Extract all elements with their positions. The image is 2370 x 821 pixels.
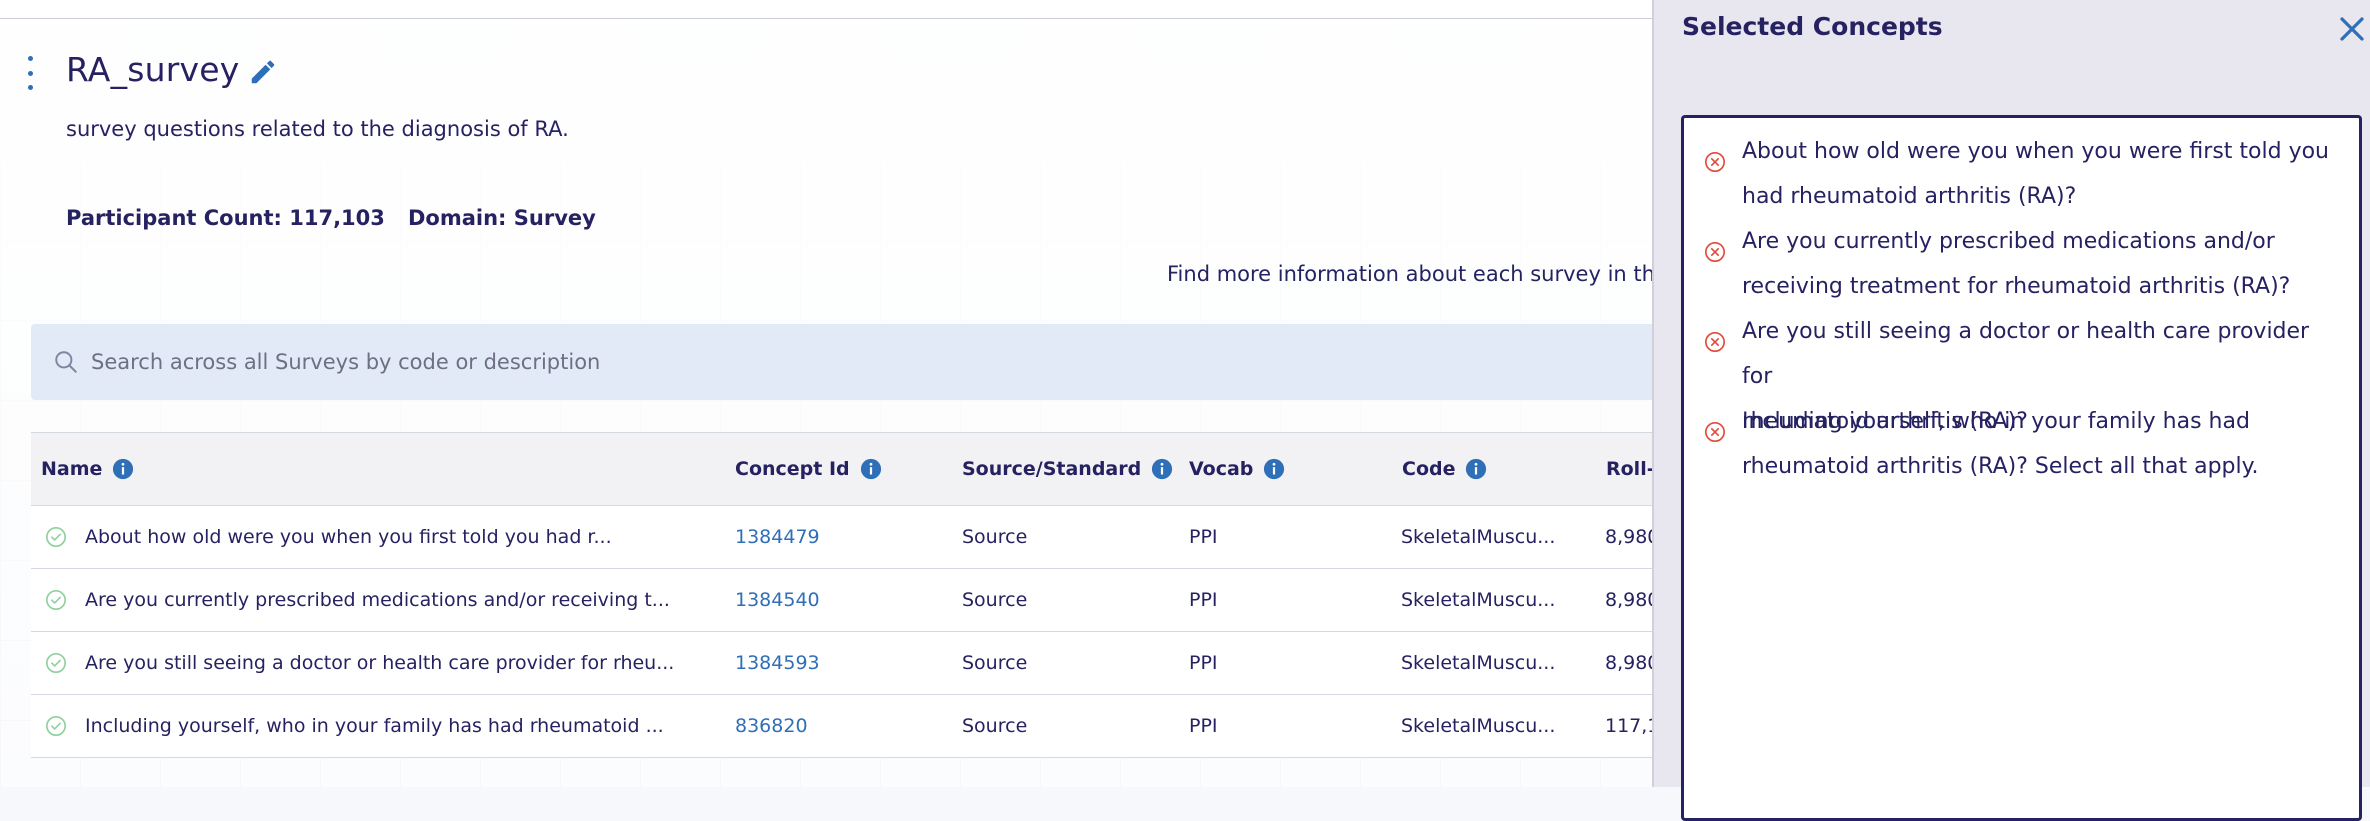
code-value: SkeletalMuscu... xyxy=(1401,526,1556,548)
code-value: SkeletalMuscu... xyxy=(1401,589,1556,611)
source-standard-value: Source xyxy=(962,526,1028,548)
table-row[interactable]: About how old were you when you first to… xyxy=(31,506,1655,569)
table-row[interactable]: Including yourself, who in your family h… xyxy=(31,695,1655,758)
column-concept-id[interactable]: Concept Id xyxy=(735,433,882,505)
find-more-info-text: Find more information about each survey … xyxy=(1167,262,1655,286)
pencil-icon[interactable] xyxy=(248,57,278,87)
concepts-table: Name Concept Id Source/Standard Vocab Co… xyxy=(31,432,1655,758)
info-icon[interactable] xyxy=(112,458,134,480)
concept-name: Are you currently prescribed medications… xyxy=(85,589,670,611)
info-icon[interactable] xyxy=(1465,458,1487,480)
concept-name: About how old were you when you first to… xyxy=(85,526,612,548)
check-circle-icon[interactable] xyxy=(45,652,67,674)
concept-id-link[interactable]: 1384479 xyxy=(735,506,820,568)
survey-description: survey questions related to the diagnosi… xyxy=(66,117,569,141)
source-standard-value: Source xyxy=(962,715,1028,737)
check-circle-icon[interactable] xyxy=(45,526,67,548)
panel-title: Selected Concepts xyxy=(1682,12,1943,41)
column-rollup[interactable]: Roll-u xyxy=(1606,433,1655,505)
close-icon[interactable] xyxy=(2337,14,2367,44)
selected-concept-text: About how old were you when you were fir… xyxy=(1742,139,2329,209)
check-circle-icon[interactable] xyxy=(45,715,67,737)
domain-label: Domain: Survey xyxy=(408,206,596,230)
rollup-value: 8,980 xyxy=(1605,589,1655,611)
code-value: SkeletalMuscu... xyxy=(1401,715,1556,737)
info-icon[interactable] xyxy=(860,458,882,480)
rollup-value: 8,980 xyxy=(1605,526,1655,548)
vocab-value: PPI xyxy=(1189,526,1218,548)
source-standard-value: Source xyxy=(962,589,1028,611)
kebab-menu-icon[interactable] xyxy=(26,56,34,90)
selected-concepts-list: About how old were you when you were fir… xyxy=(1681,115,2362,821)
remove-circle-icon[interactable] xyxy=(1704,331,1726,353)
concept-name: Are you still seeing a doctor or health … xyxy=(85,652,675,674)
column-source-standard[interactable]: Source/Standard xyxy=(962,433,1173,505)
info-icon[interactable] xyxy=(1263,458,1285,480)
search-bar xyxy=(31,324,1655,400)
page-title: RA_survey xyxy=(66,50,240,89)
search-input[interactable] xyxy=(89,349,1655,375)
column-name[interactable]: Name xyxy=(41,433,134,505)
vocab-value: PPI xyxy=(1189,652,1218,674)
table-header: Name Concept Id Source/Standard Vocab Co… xyxy=(31,433,1655,506)
search-icon xyxy=(55,351,77,373)
remove-circle-icon[interactable] xyxy=(1704,151,1726,173)
rollup-value: 8,980 xyxy=(1605,652,1655,674)
concept-name: Including yourself, who in your family h… xyxy=(85,715,664,737)
selected-concept-text: Including yourself, who in your family h… xyxy=(1742,409,2259,479)
survey-detail-page: RA_survey survey questions related to th… xyxy=(0,0,1655,787)
remove-circle-icon[interactable] xyxy=(1704,241,1726,263)
selected-concepts-panel: Selected Concepts About how old were you… xyxy=(1652,0,2370,821)
top-divider xyxy=(0,18,1655,19)
table-row[interactable]: Are you currently prescribed medications… xyxy=(31,569,1655,632)
participant-count: Participant Count: 117,103 xyxy=(66,206,385,230)
column-vocab[interactable]: Vocab xyxy=(1189,433,1285,505)
info-icon[interactable] xyxy=(1151,458,1173,480)
table-row[interactable]: Are you still seeing a doctor or health … xyxy=(31,632,1655,695)
column-code[interactable]: Code xyxy=(1402,433,1487,505)
source-standard-value: Source xyxy=(962,652,1028,674)
vocab-value: PPI xyxy=(1189,715,1218,737)
vocab-value: PPI xyxy=(1189,589,1218,611)
selected-concept-text: Are you currently prescribed medications… xyxy=(1742,229,2291,299)
remove-circle-icon[interactable] xyxy=(1704,421,1726,443)
concept-id-link[interactable]: 1384540 xyxy=(735,569,820,631)
code-value: SkeletalMuscu... xyxy=(1401,652,1556,674)
rollup-value: 117,10 xyxy=(1605,715,1655,737)
check-circle-icon[interactable] xyxy=(45,589,67,611)
concept-id-link[interactable]: 1384593 xyxy=(735,632,820,694)
concept-id-link[interactable]: 836820 xyxy=(735,695,808,757)
